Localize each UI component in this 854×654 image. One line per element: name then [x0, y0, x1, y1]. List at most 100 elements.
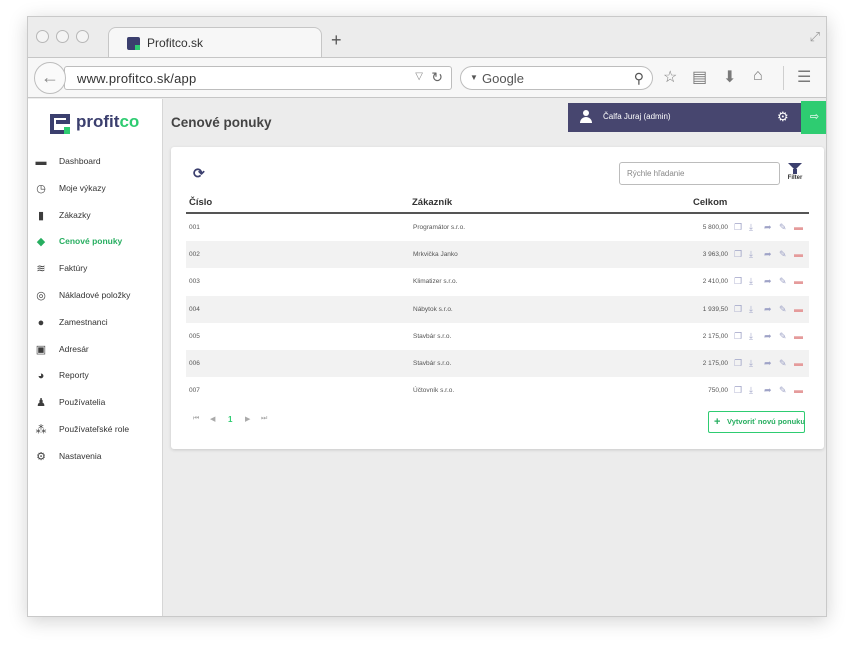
table-row[interactable]: 007 Účtovník s.r.o. 750,00 ❐ ⤓ ➦ ✎ ▬	[186, 377, 809, 404]
row-actions: ❐ ⤓ ➦ ✎ ▬	[734, 385, 806, 395]
edit-icon[interactable]: ✎	[779, 276, 787, 286]
trash-icon[interactable]: ▬	[794, 331, 803, 341]
row-actions: ❐ ⤓ ➦ ✎ ▬	[734, 249, 806, 259]
browser-tab[interactable]: Profitco.sk	[108, 27, 322, 58]
refresh-icon[interactable]: ⟳	[193, 165, 205, 182]
share-icon[interactable]: ➦	[764, 358, 772, 368]
cell-zakaznik: Programátor s.r.o.	[413, 224, 466, 231]
sidebar-item-faktury[interactable]: ≋ Faktúry	[28, 256, 163, 283]
search-engine-dropdown-icon[interactable]: ▼	[470, 73, 478, 82]
column-header-celkom[interactable]: Celkom	[693, 197, 727, 208]
sidebar-nav: ▬ Dashboard ◷ Moje výkazy ▮ Zákazky ◆ Ce…	[28, 149, 163, 471]
edit-icon[interactable]: ✎	[779, 222, 787, 232]
hamburger-menu-icon[interactable]: ☰	[797, 67, 811, 87]
download-icon[interactable]: ⤓	[749, 331, 753, 341]
trash-icon[interactable]: ▬	[794, 276, 803, 286]
trash-icon[interactable]: ▬	[794, 249, 803, 259]
copy-icon[interactable]: ❐	[734, 385, 742, 395]
download-icon[interactable]: ⤓	[749, 358, 753, 368]
share-icon[interactable]: ➦	[764, 222, 772, 232]
close-window-button[interactable]	[36, 30, 49, 43]
gears-icon: ⚙	[36, 450, 46, 463]
prev-page-button[interactable]: ◀	[210, 415, 215, 423]
url-dropdown-icon[interactable]: ▽	[415, 71, 423, 82]
table-row[interactable]: 003 Klimatizer s.r.o. 2 410,00 ❐ ⤓ ➦ ✎ ▬	[186, 268, 809, 295]
edit-icon[interactable]: ✎	[779, 358, 787, 368]
download-icon[interactable]: ⤓	[749, 276, 753, 286]
sidebar-item-label: Nastavenia	[59, 450, 102, 461]
sidebar-item-zamestnanci[interactable]: ● Zamestnanci	[28, 310, 163, 337]
copy-icon[interactable]: ❐	[734, 331, 742, 341]
copy-icon[interactable]: ❐	[734, 276, 742, 286]
user-bar[interactable]: Čalfa Juraj (admin) ⚙	[568, 103, 802, 132]
copy-icon[interactable]: ❐	[734, 222, 742, 232]
download-icon[interactable]: ⤓	[749, 222, 753, 232]
cell-celkom: 5 800,00	[702, 224, 728, 231]
sidebar-item-moje-vykazy[interactable]: ◷ Moje výkazy	[28, 176, 163, 203]
trash-icon[interactable]: ▬	[794, 222, 803, 232]
share-icon[interactable]: ➦	[764, 249, 772, 259]
minimize-window-button[interactable]	[56, 30, 69, 43]
edit-icon[interactable]: ✎	[779, 249, 787, 259]
table-row[interactable]: 005 Stavbár s.r.o. 2 175,00 ❐ ⤓ ➦ ✎ ▬	[186, 323, 809, 350]
download-icon[interactable]: ⤓	[749, 385, 753, 395]
edit-icon[interactable]: ✎	[779, 331, 787, 341]
column-header-zakaznik[interactable]: Zákazník	[412, 197, 452, 208]
sidebar-item-reporty[interactable]: ◕ Reporty	[28, 363, 163, 390]
share-icon[interactable]: ➦	[764, 304, 772, 314]
trash-icon[interactable]: ▬	[794, 385, 803, 395]
last-page-button[interactable]: ⏭	[261, 415, 267, 423]
bookmark-star-icon[interactable]: ☆	[663, 67, 677, 87]
sidebar-item-zakazky[interactable]: ▮ Zákazky	[28, 203, 163, 230]
back-button[interactable]: ←	[34, 62, 66, 94]
filter-button[interactable]: Filter	[785, 161, 805, 185]
sidebar-item-cenove-ponuky[interactable]: ◆ Cenové ponuky	[28, 229, 163, 256]
share-icon[interactable]: ➦	[764, 385, 772, 395]
edit-icon[interactable]: ✎	[779, 385, 787, 395]
cell-cislo: 005	[189, 332, 200, 340]
address-bar[interactable]: www.profitco.sk/app ▽ ↻	[64, 66, 452, 90]
reload-icon[interactable]: ↻	[431, 69, 443, 86]
clock-icon: ◷	[36, 182, 46, 195]
sidebar-item-nastavenia[interactable]: ⚙ Nastavenia	[28, 444, 163, 471]
share-icon[interactable]: ➦	[764, 331, 772, 341]
download-icon[interactable]: ⤓	[749, 249, 753, 259]
magnifier-icon[interactable]: ⚲	[634, 70, 644, 87]
create-offer-button[interactable]: + Vytvoriť novú ponuku	[708, 411, 805, 433]
quick-search-input[interactable]	[619, 162, 780, 185]
table-row[interactable]: 006 Stavbár s.r.o. 2 175,00 ❐ ⤓ ➦ ✎ ▬	[186, 349, 809, 378]
user-icon	[579, 110, 593, 124]
copy-icon[interactable]: ❐	[734, 249, 742, 259]
cell-celkom: 750,00	[708, 387, 728, 395]
first-page-button[interactable]: ⏮	[193, 415, 199, 423]
sidebar-item-dashboard[interactable]: ▬ Dashboard	[28, 149, 163, 176]
user-name: Čalfa Juraj (admin)	[603, 112, 671, 121]
sidebar-item-pouzivatelia[interactable]: ♟ Používatelia	[28, 390, 163, 417]
trash-icon[interactable]: ▬	[794, 304, 803, 314]
browser-search-bar[interactable]: ▼ Google ⚲	[460, 66, 653, 90]
sidebar-item-adresar[interactable]: ▣ Adresár	[28, 337, 163, 364]
home-icon[interactable]: ⌂	[753, 67, 763, 85]
current-page[interactable]: 1	[228, 415, 232, 424]
sidebar-item-nakladove-polozky[interactable]: ◎ Nákladové položky	[28, 283, 163, 310]
table-row[interactable]: 001 Programátor s.r.o. 5 800,00 ❐ ⤓ ➦ ✎ …	[186, 214, 809, 241]
cell-celkom: 2 410,00	[702, 278, 728, 286]
copy-icon[interactable]: ❐	[734, 304, 742, 314]
reading-list-icon[interactable]: ▤	[692, 67, 707, 87]
new-tab-button[interactable]: +	[331, 31, 342, 49]
next-page-button[interactable]: ▶	[245, 415, 250, 423]
sidebar-item-pouzivatelske-role[interactable]: ⁂ Používateľské role	[28, 417, 163, 444]
download-icon[interactable]: ⤓	[749, 304, 753, 314]
fullscreen-icon[interactable]: ⤢	[810, 29, 820, 45]
table-row[interactable]: 002 Mrkvička Janko 3 963,00 ❐ ⤓ ➦ ✎ ▬	[186, 241, 809, 269]
maximize-window-button[interactable]	[76, 30, 89, 43]
copy-icon[interactable]: ❐	[734, 358, 742, 368]
edit-icon[interactable]: ✎	[779, 304, 787, 314]
share-icon[interactable]: ➦	[764, 276, 772, 286]
trash-icon[interactable]: ▬	[794, 358, 803, 368]
logout-button[interactable]: ⇨	[801, 101, 826, 134]
user-settings-gear-icon[interactable]: ⚙	[777, 109, 789, 125]
column-header-cislo[interactable]: Číslo	[189, 197, 212, 208]
download-arrow-icon[interactable]: ⬇	[723, 67, 736, 87]
table-row[interactable]: 004 Nábytok s.r.o. 1 939,50 ❐ ⤓ ➦ ✎ ▬	[186, 295, 809, 323]
